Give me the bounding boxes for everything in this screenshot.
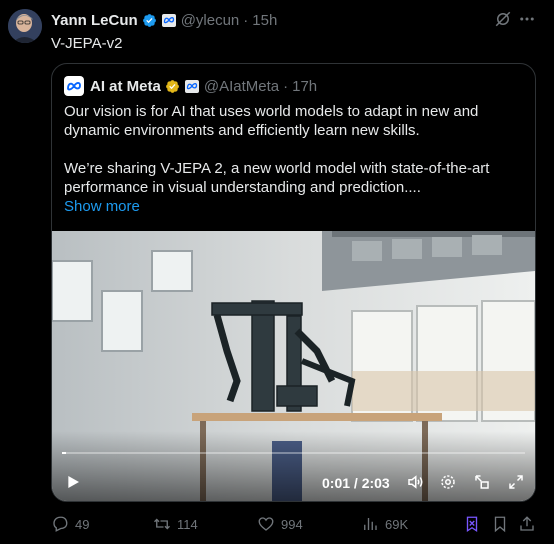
pip-icon[interactable] <box>473 473 491 491</box>
quote-author-name[interactable]: AI at Meta <box>90 78 161 95</box>
author-name[interactable]: Yann LeCun <box>51 12 138 29</box>
gold-verified-icon[interactable] <box>165 79 180 94</box>
volume-icon[interactable] <box>405 473 425 491</box>
like-count: 994 <box>281 516 303 532</box>
view-count: 69K <box>385 516 409 532</box>
like-button[interactable]: 994 <box>257 514 303 534</box>
video-frame <box>52 231 535 501</box>
views-button[interactable]: 69K <box>361 514 408 534</box>
affiliate-meta-icon[interactable] <box>161 13 176 27</box>
views-icon <box>364 518 377 530</box>
avatar[interactable] <box>8 9 42 43</box>
reply-button[interactable]: 49 <box>51 514 89 534</box>
verified-badge-icon[interactable] <box>142 13 157 28</box>
tweet-time[interactable]: 15h <box>252 12 277 29</box>
tweet-text: V-JEPA-v2 <box>51 35 123 52</box>
repost-button[interactable]: 114 <box>153 514 198 534</box>
share-button[interactable] <box>518 514 542 534</box>
video-player[interactable]: 0:01 / 2:03 <box>52 231 535 501</box>
reply-count: 49 <box>75 516 90 532</box>
video-time: 0:01 / 2:03 <box>322 475 390 491</box>
action-bar: 49 114 994 69K <box>0 514 554 534</box>
quote-separator-dot: · <box>283 77 289 95</box>
quote-time[interactable]: 17h <box>292 78 317 95</box>
grok-explain-button[interactable] <box>463 514 487 534</box>
video-progress-bar[interactable] <box>62 452 525 454</box>
quote-body: Our vision is for AI that uses world mod… <box>64 102 529 216</box>
like-icon <box>258 517 274 531</box>
tweet-header: Yann LeCun @ylecun · 15h <box>51 11 277 29</box>
grok-icon[interactable] <box>494 10 512 28</box>
show-more-link[interactable]: Show more <box>64 197 529 216</box>
reply-icon <box>53 516 68 532</box>
quote-paragraph-1: Our vision is for AI that uses world mod… <box>64 103 479 139</box>
quote-affiliate-icon[interactable] <box>184 79 199 93</box>
meta-logo-icon[interactable] <box>64 76 84 96</box>
play-icon[interactable] <box>65 474 81 490</box>
author-handle[interactable]: @ylecun <box>181 12 240 29</box>
quote-paragraph-2: We’re sharing V-JEPA 2, a new world mode… <box>64 160 490 196</box>
quote-header: AI at Meta @AIatMeta · 17h <box>64 76 317 96</box>
settings-icon[interactable] <box>439 473 457 491</box>
more-icon[interactable] <box>518 10 536 28</box>
bookmark-icon <box>494 516 506 533</box>
quoted-tweet-card[interactable]: AI at Meta @AIatMeta · 17h Our vision is… <box>51 63 536 502</box>
repost-count: 114 <box>177 516 198 532</box>
quote-author-handle[interactable]: @AIatMeta <box>204 78 279 95</box>
repost-icon <box>154 518 170 530</box>
fullscreen-icon[interactable] <box>507 473 525 491</box>
video-progress-fill <box>62 452 66 454</box>
share-icon <box>520 516 534 531</box>
grok-explain-icon <box>466 516 478 533</box>
separator-dot: · <box>243 11 249 29</box>
bookmark-button[interactable] <box>491 514 515 534</box>
